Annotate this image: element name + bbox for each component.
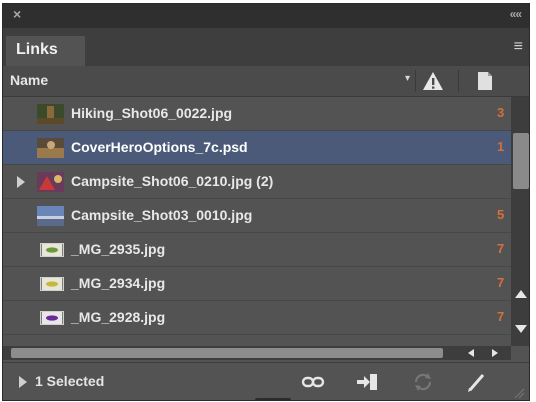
scroll-down-icon[interactable]: [515, 325, 527, 333]
link-page-number[interactable]: 3: [497, 105, 504, 120]
links-panel: × «« Links ≡ Name ▾ Hiking_Shot06_0022.j…: [2, 3, 530, 401]
panel-resize-handle[interactable]: [255, 398, 291, 400]
product-thumbnail-purple: [40, 311, 64, 325]
list-item[interactable]: Hiking_Shot06_0022.jpg 3: [3, 97, 511, 131]
scroll-up-icon[interactable]: [515, 290, 527, 298]
name-column-header[interactable]: Name: [10, 72, 48, 88]
scroll-left-icon[interactable]: [468, 349, 474, 357]
panel-title-bar: × ««: [3, 4, 529, 28]
vertical-scrollbar[interactable]: [511, 97, 529, 346]
warning-icon[interactable]: [421, 69, 445, 93]
list-item[interactable]: _MG_2928.jpg 7: [3, 301, 511, 335]
link-file-name: CoverHeroOptions_7c.psd: [71, 139, 248, 155]
link-file-name: Campsite_Shot06_0210.jpg (2): [71, 173, 274, 189]
link-page-number[interactable]: 5: [497, 207, 504, 222]
vertical-scroll-thumb[interactable]: [513, 133, 529, 189]
collapse-panel-icon[interactable]: ««: [510, 7, 522, 21]
campsite-landscape-thumbnail: [37, 206, 64, 226]
horizontal-scrollbar[interactable]: [3, 346, 511, 360]
panel-footer: 1 Selected: [3, 362, 529, 400]
column-divider: [415, 70, 416, 92]
tab-bar: Links ≡: [3, 28, 529, 66]
selection-status: 1 Selected: [35, 373, 105, 389]
relink-icon[interactable]: [301, 371, 325, 393]
horizontal-scroll-thumb[interactable]: [11, 348, 443, 358]
link-file-name: _MG_2928.jpg: [71, 309, 166, 325]
campsite-thumbnail: [37, 172, 64, 192]
link-file-name: _MG_2934.jpg: [71, 275, 166, 291]
list-item[interactable]: Campsite_Shot03_0010.jpg 5: [3, 199, 511, 233]
sort-direction-icon[interactable]: ▾: [405, 73, 410, 84]
link-page-number[interactable]: 7: [497, 275, 504, 290]
scroll-right-icon[interactable]: [492, 349, 498, 357]
panel-menu-icon[interactable]: ≡: [514, 39, 523, 55]
update-link-icon[interactable]: [411, 371, 435, 393]
resize-grip-icon[interactable]: [513, 387, 525, 399]
link-page-number[interactable]: 7: [497, 241, 504, 256]
edit-original-icon[interactable]: [465, 371, 489, 393]
link-page-number[interactable]: 7: [497, 309, 504, 324]
link-file-name: _MG_2935.jpg: [71, 241, 166, 257]
show-link-info-icon[interactable]: [19, 376, 27, 388]
list-item[interactable]: CoverHeroOptions_7c.psd 1: [3, 131, 511, 165]
hiking-thumbnail: [37, 104, 64, 124]
expand-icon[interactable]: [17, 176, 25, 188]
list-item[interactable]: _MG_2935.jpg 7: [3, 233, 511, 267]
link-file-name: Hiking_Shot06_0022.jpg: [71, 105, 233, 121]
go-to-link-icon[interactable]: [355, 371, 379, 393]
link-page-number[interactable]: 1: [497, 139, 504, 154]
list-item[interactable]: _MG_2934.jpg 7: [3, 267, 511, 301]
column-header: Name ▾: [3, 66, 529, 97]
tab-links[interactable]: Links: [6, 36, 85, 66]
tab-links-label: Links: [16, 41, 58, 58]
column-divider: [458, 70, 459, 92]
link-file-name: Campsite_Shot03_0010.jpg: [71, 207, 253, 223]
cover-thumbnail: [37, 138, 64, 158]
list-item[interactable]: Campsite_Shot06_0210.jpg (2): [3, 165, 511, 199]
close-icon[interactable]: ×: [13, 6, 21, 22]
links-list: Hiking_Shot06_0022.jpg 3 CoverHeroOption…: [3, 97, 511, 346]
product-thumbnail-green: [40, 243, 64, 257]
page-icon[interactable]: [475, 70, 495, 92]
product-thumbnail-yellow: [40, 277, 64, 291]
